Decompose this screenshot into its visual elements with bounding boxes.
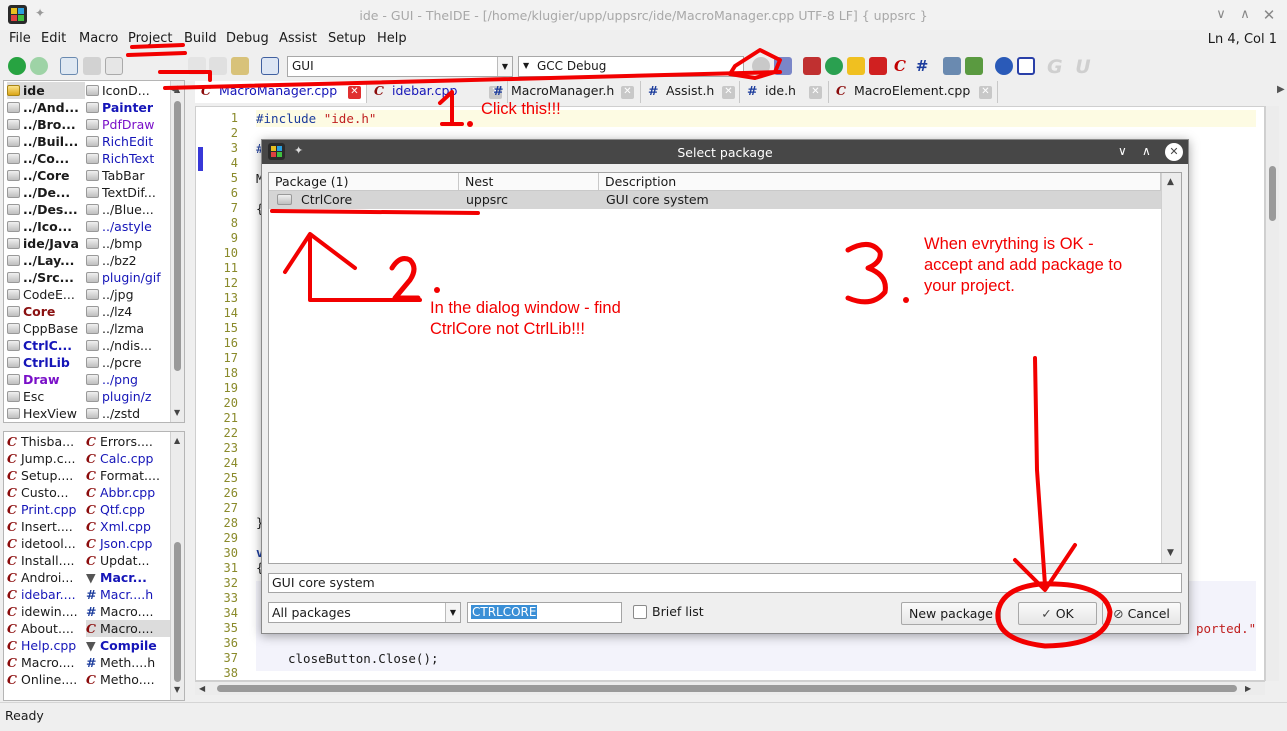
annotation-step3-line3: your project.: [924, 277, 1015, 295]
annotation-step3-line1: When evrything is OK -: [924, 235, 1094, 253]
annotation-step1: Click this!!!: [481, 100, 561, 118]
annotation-step3-line2: accept and add package to: [924, 256, 1123, 274]
annotation-strokes: [126, 43, 1113, 649]
ide-window: ✦ ide - GUI - TheIDE - [/home/klugier/up…: [0, 0, 1287, 731]
annotation-step2-line2: CtrlCore not CtrlLib!!!: [430, 320, 585, 338]
annotation-step2-line1: In the dialog window - find: [430, 299, 621, 317]
